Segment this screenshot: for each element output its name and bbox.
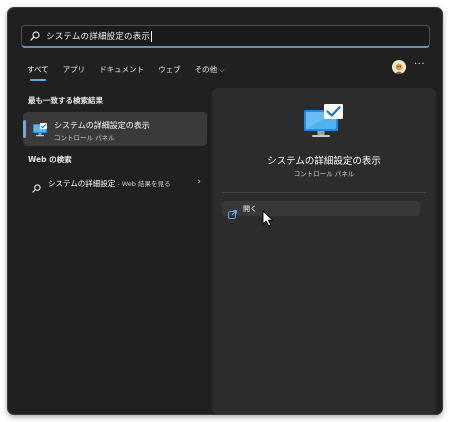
best-match-name: システムの詳細設定の表示 bbox=[54, 121, 150, 130]
chevron-right-icon: › bbox=[197, 177, 201, 187]
mouse-cursor-icon bbox=[262, 210, 274, 231]
best-match-subtitle: コントロール パネル bbox=[54, 134, 115, 142]
text-caret bbox=[151, 31, 153, 42]
web-search-heading: Web の検索 bbox=[28, 155, 72, 164]
more-options-button[interactable]: ··· bbox=[414, 59, 425, 70]
search-icon bbox=[30, 31, 40, 41]
detail-subtitle: コントロール パネル bbox=[293, 170, 355, 178]
open-button[interactable]: 開く bbox=[222, 201, 420, 219]
web-search-label: システムの詳細設定 - Web 結果を見る bbox=[48, 178, 171, 189]
search-input[interactable]: システムの詳細設定の表示 bbox=[46, 30, 153, 42]
best-match-result[interactable]: システムの詳細設定の表示 コントロール パネル bbox=[23, 112, 207, 146]
detail-panel: システムの詳細設定の表示 コントロール パネル 開く bbox=[212, 88, 436, 414]
tab-apps[interactable]: アプリ bbox=[63, 64, 86, 75]
detail-title: システムの詳細設定の表示 bbox=[267, 156, 381, 167]
open-external-icon bbox=[228, 204, 237, 223]
best-match-heading: 最も一致する検索結果 bbox=[28, 96, 103, 105]
filter-tabs: すべて アプリ ドキュメント ウェブ その他 ⌵ bbox=[27, 62, 239, 81]
divider bbox=[222, 192, 426, 193]
web-search-suffix: - Web 結果を見る bbox=[115, 180, 171, 188]
search-box[interactable]: システムの詳細設定の表示 bbox=[21, 25, 430, 48]
system-properties-icon bbox=[301, 104, 347, 144]
open-label: 開く bbox=[243, 205, 257, 213]
tab-more[interactable]: その他 ⌵ bbox=[195, 64, 225, 75]
web-search-result[interactable]: システムの詳細設定 - Web 結果を見る › bbox=[23, 173, 207, 193]
system-properties-icon bbox=[32, 122, 48, 141]
web-search-query: システムの詳細設定 bbox=[48, 179, 116, 188]
selection-indicator bbox=[23, 120, 26, 138]
chevron-down-icon: ⌵ bbox=[219, 65, 225, 74]
tab-more-label: その他 bbox=[194, 64, 218, 74]
start-search-window: システムの詳細設定の表示 すべて アプリ ドキュメント ウェブ その他 ⌵ ···… bbox=[7, 7, 443, 415]
tab-documents[interactable]: ドキュメント bbox=[99, 64, 144, 75]
search-icon bbox=[32, 178, 41, 197]
tab-all[interactable]: すべて bbox=[27, 64, 49, 81]
avatar[interactable] bbox=[392, 60, 406, 74]
tab-web[interactable]: ウェブ bbox=[158, 64, 181, 75]
